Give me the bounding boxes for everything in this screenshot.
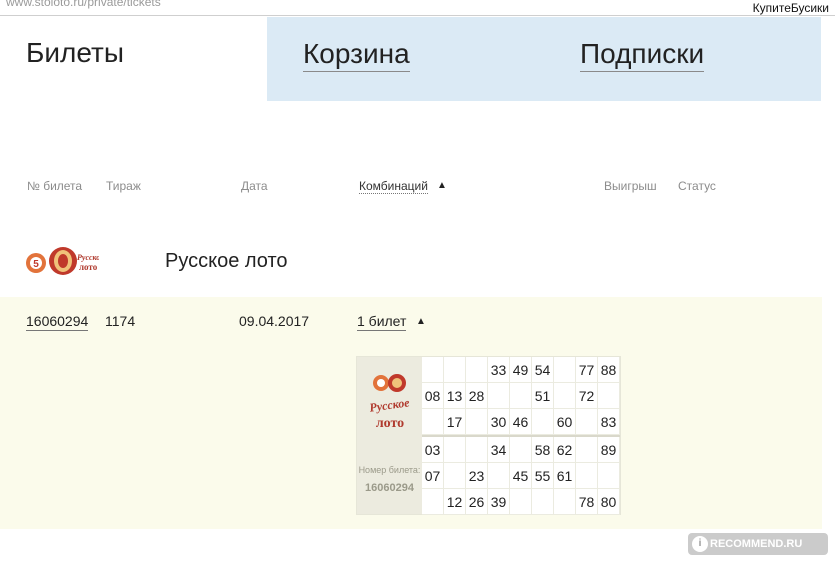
tab-tickets[interactable]: Билеты [0,17,267,101]
game-title: Русское лото [165,250,288,272]
ticket-number-cell [466,437,488,463]
ticket-number-cell: 83 [598,409,620,435]
column-header-winnings: Выигрыш [604,179,657,193]
ticket-number-cell [554,383,576,409]
ticket-number-cell [510,489,532,515]
ticket-number-cell: 33 [488,357,510,383]
ticket-number-cell [532,409,554,435]
tab-cart-label[interactable]: Корзина [303,37,410,72]
svg-text:5: 5 [33,259,39,270]
tab-subscriptions[interactable]: Подписки [543,17,821,101]
column-header-status: Статус [678,179,716,193]
ticket-card: Русское лото Номер билета: 16060294 33 49… [356,356,621,515]
ticket-number-cell: 34 [488,437,510,463]
ticket-number-cell: 26 [466,489,488,515]
tab-tickets-label: Билеты [26,37,124,68]
ticket-number-cell: 39 [488,489,510,515]
ticket-number-cell [444,357,466,383]
card-number-label: Номер билета: [358,465,421,475]
ticket-number-cell: 54 [532,357,554,383]
ticket-number-cell [488,463,510,489]
ticket-number-cell [576,463,598,489]
ticket-card-side: Русское лото Номер билета: 16060294 [357,357,422,514]
collapse-arrow-icon[interactable]: ▲ [416,316,426,327]
ticket-number-cell: 61 [554,463,576,489]
ticket-number-cell: 80 [598,489,620,515]
ticket-number-cell [532,489,554,515]
ticket-number-cell [422,489,444,515]
ticket-number-cell: 72 [576,383,598,409]
tab-cart[interactable]: Корзина [267,17,543,101]
ticket-number-cell: 49 [510,357,532,383]
russkoe-loto-logo: 5 Русское лото [26,247,99,275]
ticket-number-cell [576,409,598,435]
svg-text:Русское: Русское [77,253,99,262]
card-number: 16060294 [365,482,414,494]
user-badge: КупитеБусики [750,1,831,15]
ticket-number-cell [422,409,444,435]
ticket-number-cell [444,437,466,463]
browser-url-bar[interactable]: www.stoloto.ru/private/tickets КупитеБус… [0,0,835,16]
column-header-draw: Тираж [106,179,141,193]
ticket-date: 09.04.2017 [239,313,310,329]
ticket-number-cell [422,357,444,383]
ticket-number-cell: 23 [466,463,488,489]
ticket-field-1: 33 49 54 77 88 08 13 28 51 72 17 30 46 60 83 [422,357,620,435]
ticket-number-cell: 89 [598,437,620,463]
svg-text:лото: лото [79,262,98,272]
ticket-number-cell: 17 [444,409,466,435]
svg-text:Русское: Русское [369,395,411,415]
ticket-number-cell: 03 [422,437,444,463]
page: www.stoloto.ru/private/tickets КупитеБус… [0,0,835,566]
tab-subscriptions-label[interactable]: Подписки [580,37,705,72]
ticket-number-cell [554,489,576,515]
ticket-number-cell [510,437,532,463]
ticket-number-cell [466,409,488,435]
ticket-number-cell: 28 [466,383,488,409]
ticket-number-cell: 55 [532,463,554,489]
ticket-number-cell: 51 [532,383,554,409]
column-header-ticket-number: № билета [27,179,83,193]
svg-text:лото: лото [376,416,404,431]
ticket-number-link[interactable]: 16060294 [26,313,89,331]
recommend-watermark: i RECOMMEND.RU [688,533,828,555]
ticket-number-cell: 77 [576,357,598,383]
ticket-number-cell [444,463,466,489]
ticket-number-cell [576,437,598,463]
card-logo-icon: Русское лото [369,374,411,431]
recommend-logo-icon: i [692,536,708,552]
ticket-number-cell [488,383,510,409]
column-header-combinations[interactable]: Комбинаций [359,179,428,194]
ticket-number-cell: 30 [488,409,510,435]
ticket-number-cell: 60 [554,409,576,435]
ticket-number-cell: 62 [554,437,576,463]
ticket-number-cell [510,383,532,409]
ticket-number-cell: 45 [510,463,532,489]
ticket-draw: 1174 [105,313,136,329]
combinations-toggle[interactable]: 1 билет [357,313,407,331]
url-text: www.stoloto.ru/private/tickets [6,0,161,9]
ticket-number-cell: 88 [598,357,620,383]
ticket-number-cell: 12 [444,489,466,515]
ticket-number-cell: 58 [532,437,554,463]
ticket-number-cell: 07 [422,463,444,489]
ticket-number-cell: 46 [510,409,532,435]
ticket-number-cell: 78 [576,489,598,515]
watermark-text: RECOMMEND.RU [710,538,803,550]
ticket-number-cell [598,383,620,409]
ticket-field-2: 03 34 58 62 89 07 23 45 55 61 12 26 39 78 80 [422,437,620,515]
ticket-number-cell: 13 [444,383,466,409]
ticket-number-cell [598,463,620,489]
column-header-date: Дата [241,179,268,193]
triangle-up-icon[interactable]: ▲ [437,180,447,191]
ticket-number-cell: 08 [422,383,444,409]
ticket-number-cell [554,357,576,383]
ticket-number-cell [466,357,488,383]
